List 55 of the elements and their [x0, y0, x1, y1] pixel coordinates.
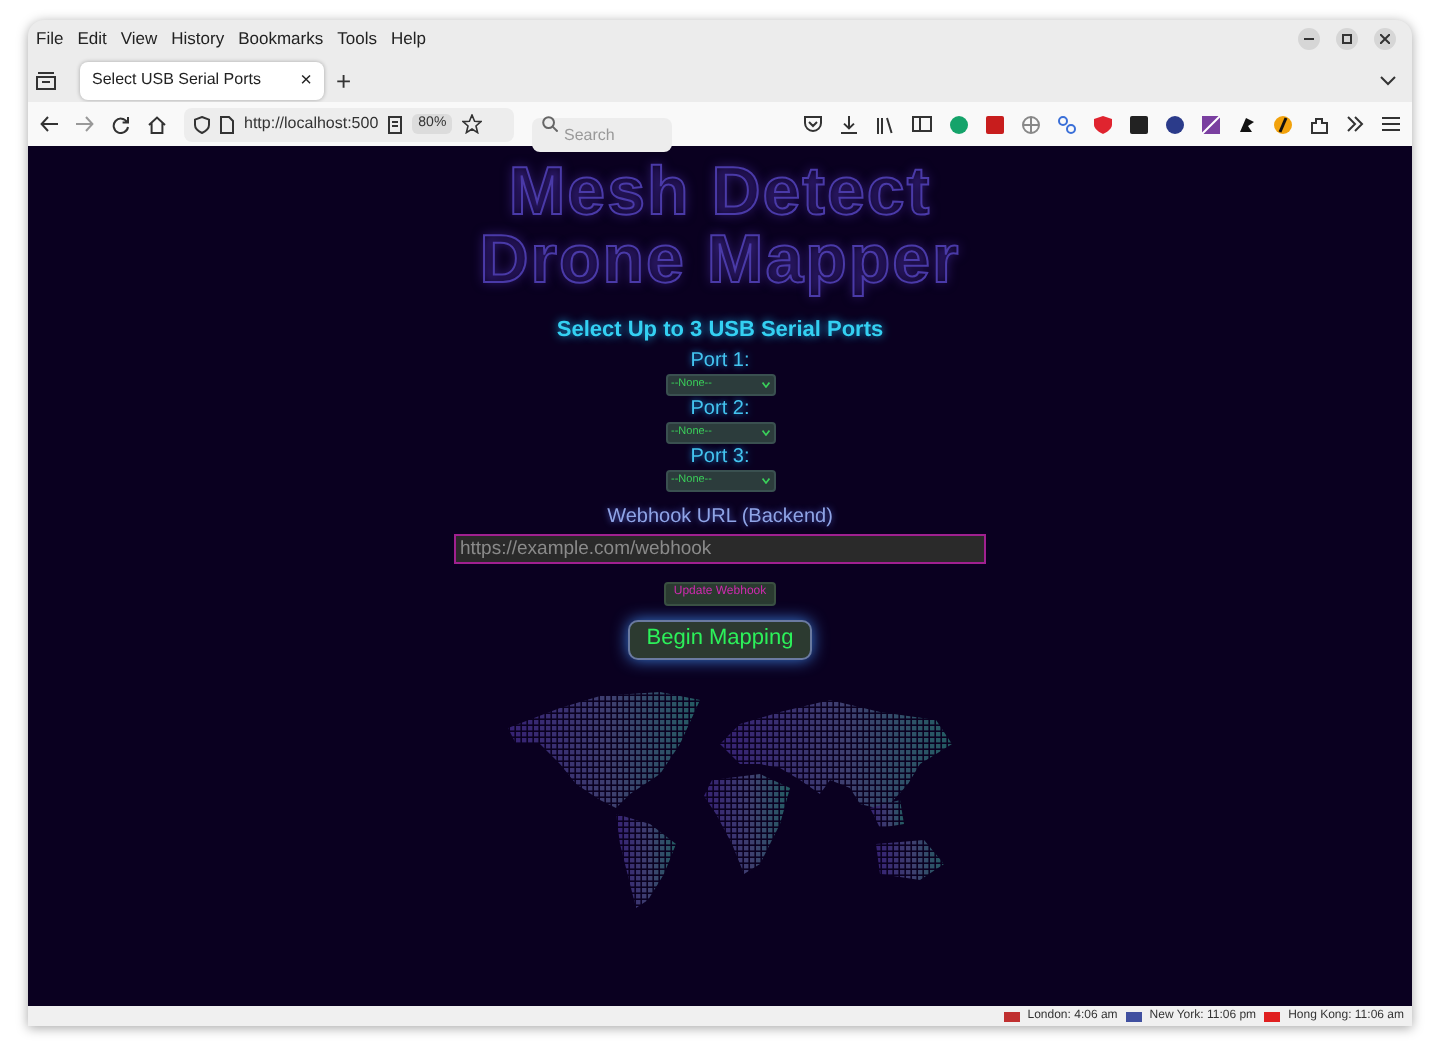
port-label: Port 1:: [690, 347, 750, 373]
shield-extension-icon[interactable]: [1094, 115, 1112, 133]
maximize-button[interactable]: [1336, 28, 1358, 50]
menu-item[interactable]: Bookmarks: [238, 26, 324, 52]
shield-icon[interactable]: [194, 115, 210, 133]
tab-title: Select USB Serial Ports: [92, 68, 261, 92]
webhook-label: Webhook URL (Backend): [607, 503, 833, 531]
extension-icon[interactable]: [1274, 115, 1292, 133]
begin-mapping-button[interactable]: Begin Mapping: [628, 619, 812, 659]
download-icon[interactable]: [840, 115, 858, 133]
close-icon: [1380, 34, 1390, 44]
chevron-down-icon[interactable]: [1380, 75, 1396, 85]
chevron-down-icon: [761, 429, 769, 435]
menu-item[interactable]: View: [120, 26, 158, 52]
page-icon: [220, 115, 234, 133]
chevron-down-icon: [761, 381, 769, 387]
section-heading: Select Up to 3 USB Serial Ports: [556, 316, 884, 346]
tab-list-icon[interactable]: [36, 71, 56, 89]
back-arrow-icon[interactable]: [40, 116, 58, 132]
title-text: Mesh Detect: [508, 158, 932, 226]
link-icon[interactable]: [1058, 115, 1076, 133]
search-field[interactable]: Search: [532, 117, 672, 151]
new-tab-button[interactable]: +: [336, 67, 352, 93]
menu-item[interactable]: Tools: [337, 26, 377, 52]
puzzle-icon[interactable]: [1310, 115, 1328, 133]
globe-icon[interactable]: [1022, 115, 1040, 133]
browser-tab[interactable]: Select USB Serial Ports ×: [80, 61, 324, 99]
tab-close-button[interactable]: ×: [300, 65, 312, 95]
minimize-button[interactable]: [1298, 28, 1320, 50]
url-text: http://localhost:500: [244, 112, 379, 136]
chevron-double-right-icon[interactable]: [1346, 116, 1364, 132]
menu-item[interactable]: History: [171, 26, 225, 52]
search-icon: [542, 116, 558, 132]
menu-item[interactable]: File: [36, 26, 64, 52]
menu-item[interactable]: Help: [390, 26, 426, 52]
reader-view-icon[interactable]: [388, 115, 403, 133]
extension-icon[interactable]: [1238, 115, 1256, 133]
star-icon[interactable]: [462, 114, 483, 134]
pocket-icon[interactable]: [804, 116, 822, 132]
reload-icon[interactable]: [112, 115, 130, 133]
chevron-down-icon: [761, 477, 769, 483]
close-button[interactable]: [1374, 28, 1396, 50]
home-icon[interactable]: [148, 115, 166, 133]
sidebar-icon[interactable]: [912, 116, 932, 132]
port-label: Port 3:: [690, 443, 750, 469]
port-label: Port 2:: [690, 395, 750, 421]
menu-item[interactable]: Edit: [77, 26, 107, 52]
extension-icon[interactable]: [1202, 115, 1220, 133]
maximize-icon: [1342, 34, 1352, 44]
forward-arrow-icon[interactable]: [76, 116, 94, 132]
library-icon[interactable]: [876, 115, 894, 133]
menu-icon[interactable]: [1382, 116, 1400, 132]
minimize-icon: [1304, 38, 1314, 40]
title-text: Drone Mapper: [479, 226, 961, 294]
webhook-url-field[interactable]: https://example.com/webhook: [454, 533, 986, 563]
